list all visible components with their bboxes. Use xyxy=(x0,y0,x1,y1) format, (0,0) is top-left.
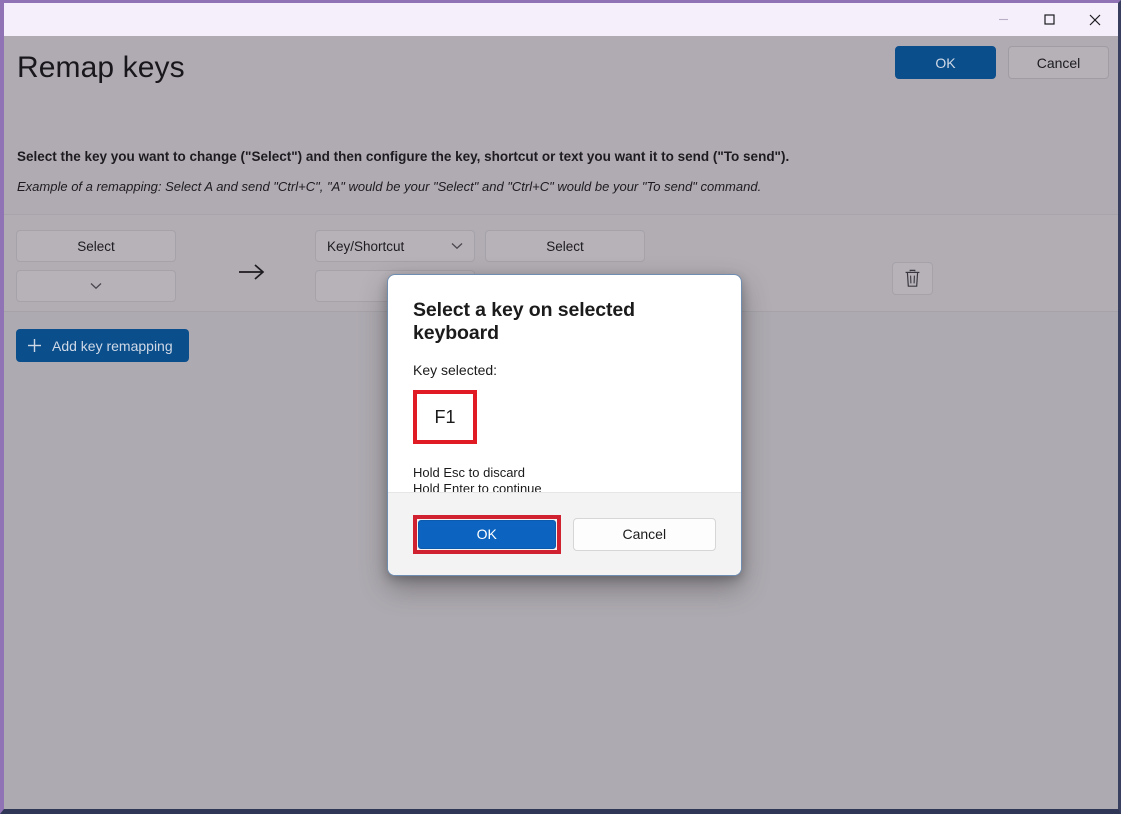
remap-keys-window: Remap keys OK Cancel Select the key you … xyxy=(0,0,1121,814)
trash-icon xyxy=(905,269,920,287)
dialog-footer: OK Cancel xyxy=(388,492,741,575)
select-target-key-button[interactable]: Select xyxy=(485,230,645,262)
chevron-down-icon xyxy=(451,243,463,250)
page-title: Remap keys xyxy=(17,51,185,84)
select-key-dialog: Select a key on selected keyboard Key se… xyxy=(387,274,742,576)
maximize-button[interactable] xyxy=(1026,3,1072,36)
description-text: Select the key you want to change ("Sele… xyxy=(17,149,790,164)
header: Remap keys OK Cancel Select the key you … xyxy=(4,36,1118,234)
add-key-remapping-button[interactable]: Add key remapping xyxy=(16,329,189,362)
plus-icon xyxy=(28,339,41,352)
dialog-title: Select a key on selected keyboard xyxy=(413,299,635,344)
dialog-ok-highlight: OK xyxy=(413,514,561,554)
arrow-right-icon xyxy=(236,261,268,283)
selected-key-box: F1 xyxy=(413,390,477,444)
hint-discard: Hold Esc to discard xyxy=(413,465,525,480)
cancel-button[interactable]: Cancel xyxy=(1008,46,1109,79)
target-type-combobox[interactable]: Key/Shortcut xyxy=(315,230,475,262)
header-actions: OK Cancel xyxy=(895,46,1109,79)
minimize-icon xyxy=(998,18,1008,21)
dialog-ok-button[interactable]: OK xyxy=(418,519,556,549)
close-icon xyxy=(1089,14,1101,25)
chevron-down-icon xyxy=(90,283,102,290)
source-key-dropdown[interactable] xyxy=(16,270,176,302)
close-button[interactable] xyxy=(1072,3,1118,36)
dialog-subtitle: Key selected: xyxy=(413,362,498,378)
dialog-content: Select a key on selected keyboard Key se… xyxy=(388,275,741,496)
select-source-key-button[interactable]: Select xyxy=(16,230,176,262)
add-key-remapping-label: Add key remapping xyxy=(52,337,173,354)
delete-row-button[interactable] xyxy=(892,262,933,295)
ok-button[interactable]: OK xyxy=(895,46,996,79)
selected-key-value: F1 xyxy=(434,406,456,427)
example-text: Example of a remapping: Select A and sen… xyxy=(17,179,762,194)
target-type-value: Key/Shortcut xyxy=(327,238,405,254)
maximize-icon xyxy=(1043,14,1055,25)
dialog-cancel-button[interactable]: Cancel xyxy=(572,517,716,551)
minimize-button[interactable] xyxy=(980,3,1026,36)
title-bar xyxy=(4,3,1118,36)
